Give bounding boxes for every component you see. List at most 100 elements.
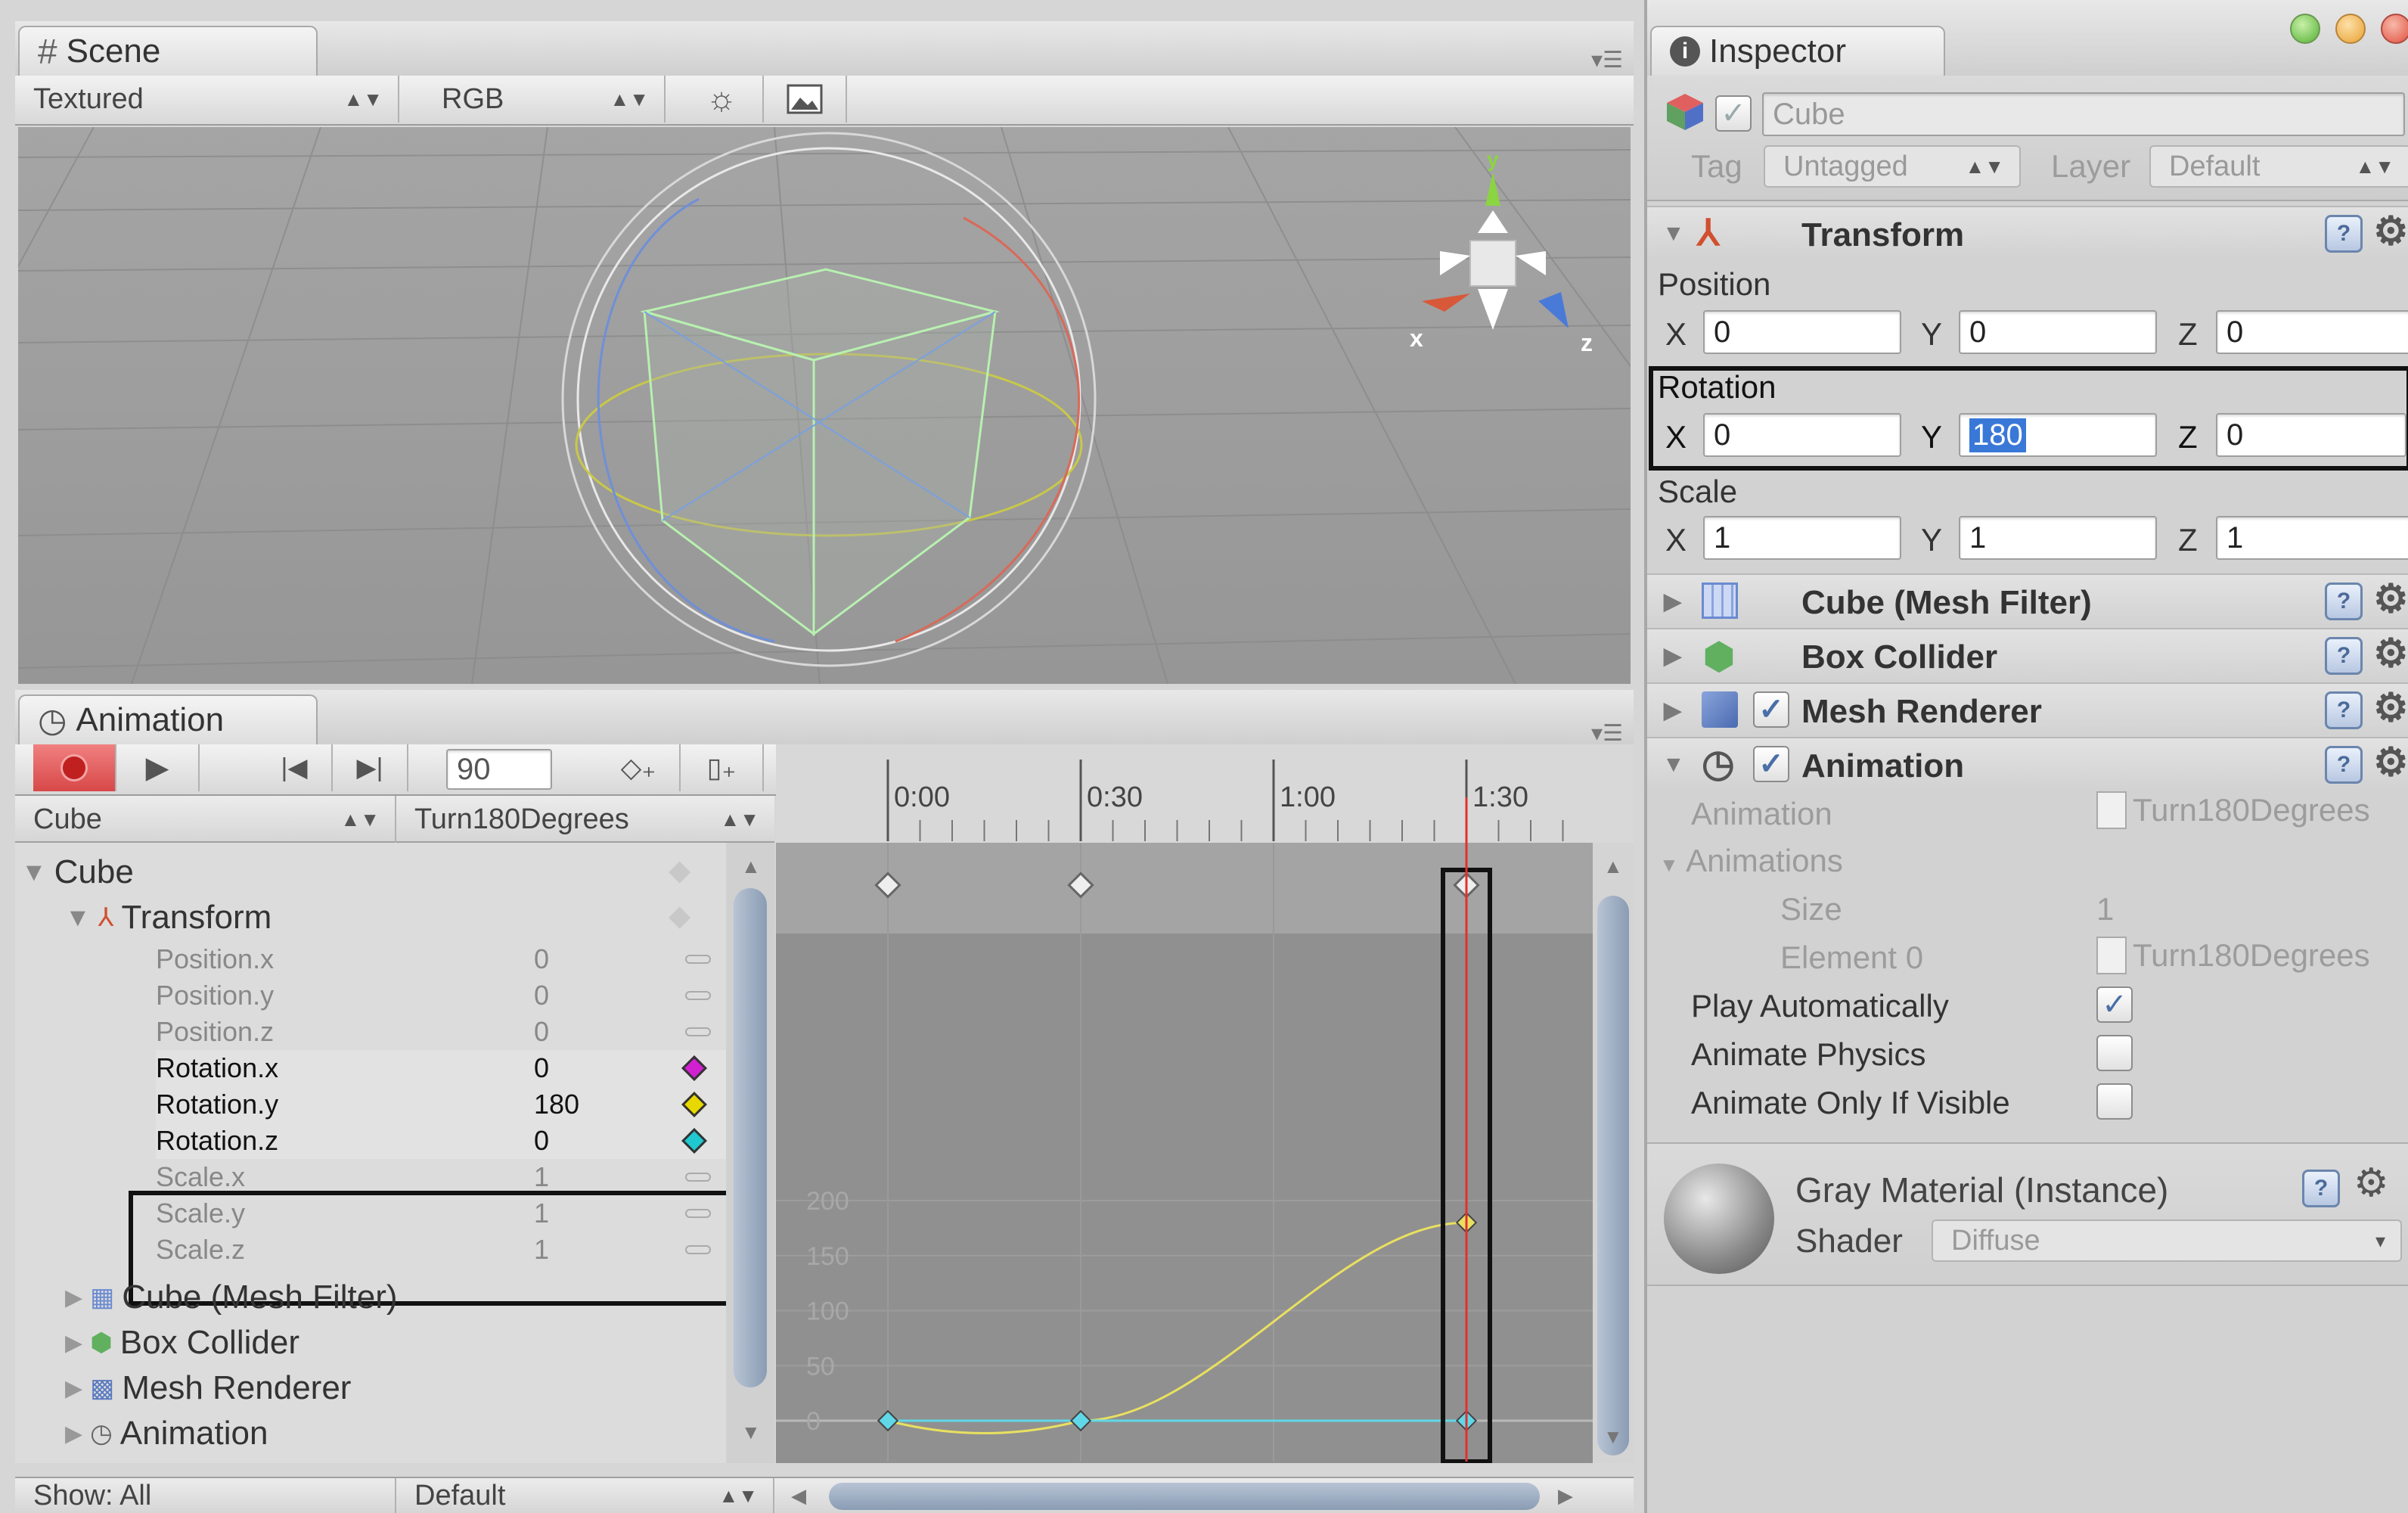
play-button[interactable]: ▶ [116, 744, 200, 791]
animation-tab[interactable]: ◷ Animation [18, 694, 318, 744]
object-active-checkbox[interactable]: ✓ [1715, 95, 1752, 132]
size-value[interactable]: 1 [2096, 891, 2114, 927]
scale-y-field[interactable]: 1 [1959, 516, 2157, 560]
next-keyframe-button[interactable]: ▶| [333, 744, 408, 791]
animation-component-header[interactable]: ▼ ◷ ✓ Animation ? ⚙ [1647, 737, 2408, 790]
curve-editor[interactable]: 200 150 100 50 0 0:00 0:30 1:00 1:30 [776, 744, 1634, 1463]
element0-field[interactable]: Turn180Degrees [2096, 937, 2370, 974]
add-event-button[interactable]: ▯₊ [681, 744, 764, 791]
animate-physics-checkbox[interactable] [2096, 1035, 2133, 1071]
property-row[interactable]: Position.x 0 [156, 941, 726, 977]
box-collider-header[interactable]: ▶ ⬢ Box Collider ? ⚙ [1647, 628, 2408, 681]
default-dropdown[interactable]: Default ▲▼ [396, 1478, 774, 1513]
help-icon[interactable]: ? [2325, 215, 2363, 253]
help-icon[interactable]: ? [2325, 583, 2363, 620]
scroll-down-icon[interactable]: ▼ [1603, 1425, 1623, 1449]
scroll-thumb[interactable] [1597, 896, 1629, 1456]
component-label: Box Collider [119, 1324, 299, 1361]
curve-off-icon[interactable] [685, 1173, 711, 1182]
position-z-field[interactable]: 0 [2216, 310, 2408, 354]
zoom-button-icon[interactable] [2290, 14, 2320, 44]
show-filter-dropdown[interactable]: Show: All [15, 1478, 396, 1513]
scroll-thumb[interactable] [734, 888, 767, 1387]
curve-off-icon[interactable] [685, 1027, 711, 1036]
gear-icon[interactable]: ⚙ [2373, 576, 2408, 622]
layer-dropdown[interactable]: Default ▲▼ [2149, 145, 2408, 188]
scroll-left-icon[interactable]: ◀ [791, 1484, 806, 1508]
panel-menu-icon[interactable]: ▾☰ [1591, 47, 1623, 73]
property-row[interactable]: Position.y 0 [156, 977, 726, 1014]
position-y-field[interactable]: 0 [1959, 310, 2157, 354]
scene-tab[interactable]: # Scene [18, 26, 318, 76]
property-row[interactable]: Rotation.y 180 [156, 1086, 726, 1123]
component-row[interactable]: ▶◍Gray Material (Instance) (Material) [65, 1460, 627, 1463]
add-keyframe-button[interactable]: ◇₊ [597, 744, 681, 791]
curve-scrollbar-h-thumb[interactable] [829, 1483, 1540, 1510]
keyframe-diamond-icon[interactable] [681, 1055, 707, 1081]
animation-field[interactable]: Turn180Degrees [2096, 791, 2370, 829]
animation-enabled-checkbox[interactable]: ✓ [1753, 746, 1789, 782]
color-mode-dropdown[interactable]: RGB ▲▼ [424, 76, 666, 123]
animation-component-title: Animation [1801, 747, 1965, 784]
mesh-renderer-header[interactable]: ▶ ✓ Mesh Renderer ? ⚙ [1647, 682, 2408, 735]
hierarchy-scrollbar[interactable]: ▲ ▼ [726, 843, 774, 1463]
gear-icon[interactable]: ⚙ [2373, 685, 2408, 731]
curve-off-icon[interactable] [685, 955, 711, 964]
property-row[interactable]: Rotation.x 0 [156, 1050, 726, 1086]
object-name-field[interactable]: Cube [1762, 92, 2405, 136]
keyframe-diamond-icon[interactable] [681, 1128, 707, 1154]
transform-header[interactable]: ▼ ⅄ Transform ? ⚙ [1647, 206, 2408, 259]
rotation-y-field[interactable]: 180 [1959, 413, 2157, 457]
image-toggle[interactable] [764, 76, 847, 123]
minimize-button-icon[interactable] [2335, 14, 2366, 44]
inspector-tab[interactable]: i Inspector [1650, 26, 1945, 76]
hierarchy-transform[interactable]: ▼ ⅄ Transform [65, 899, 272, 937]
lighting-toggle[interactable]: ☼ [681, 76, 764, 123]
component-row[interactable]: ▶ ⬢ Box Collider [65, 1324, 299, 1362]
scroll-up-icon[interactable]: ▲ [1603, 855, 1623, 878]
curve-off-icon[interactable] [685, 991, 711, 1000]
render-mode-dropdown[interactable]: Textured ▲▼ [15, 76, 399, 123]
property-row[interactable]: Scale.x 1 [156, 1159, 726, 1195]
object-select[interactable]: Cube ▲▼ [15, 796, 396, 843]
rotation-x-field[interactable]: 0 [1703, 413, 1901, 457]
scroll-up-icon[interactable]: ▲ [741, 855, 761, 878]
gear-icon[interactable]: ⚙ [2373, 631, 2408, 676]
mesh-renderer-enabled-checkbox[interactable]: ✓ [1753, 691, 1789, 728]
help-icon[interactable]: ? [2325, 691, 2363, 729]
scale-x-field[interactable]: 1 [1703, 516, 1901, 560]
help-icon[interactable]: ? [2325, 637, 2363, 675]
property-row[interactable]: Rotation.z 0 [156, 1123, 726, 1159]
component-row[interactable]: ▶ ▦ Cube (Mesh Filter) [65, 1278, 398, 1316]
mesh-filter-header[interactable]: ▶ Cube (Mesh Filter) ? ⚙ [1647, 573, 2408, 626]
rotation-z-field[interactable]: 0 [2216, 413, 2406, 457]
frame-field[interactable]: 90 [446, 749, 552, 790]
gear-icon[interactable]: ⚙ [2373, 740, 2408, 785]
record-button[interactable] [33, 744, 116, 791]
shader-dropdown[interactable]: Diffuse ▾ [1932, 1219, 2402, 1262]
position-x-field[interactable]: 0 [1703, 310, 1901, 354]
hierarchy-root[interactable]: ▼ Cube [21, 853, 134, 891]
component-row[interactable]: ▶ ◷ Animation [65, 1415, 268, 1452]
foldout-closed-icon: ▶ [65, 1285, 83, 1310]
animate-visible-checkbox[interactable] [2096, 1083, 2133, 1120]
help-icon[interactable]: ? [2325, 746, 2363, 784]
animation-bottom-bar: Show: All Default ▲▼ ◀ ▶ [15, 1477, 1634, 1513]
property-row[interactable]: Position.z 0 [156, 1014, 726, 1050]
component-row[interactable]: ▶ ▩ Mesh Renderer [65, 1369, 351, 1407]
scale-z-field[interactable]: 1 [2216, 516, 2408, 560]
gear-icon[interactable]: ⚙ [2373, 209, 2408, 254]
panel-menu-icon[interactable]: ▾☰ [1591, 720, 1623, 747]
scroll-down-icon[interactable]: ▼ [741, 1421, 761, 1444]
gear-dropdown-icon[interactable]: ⚙ [2354, 1160, 2389, 1206]
help-icon[interactable]: ? [2302, 1170, 2340, 1207]
close-button-icon[interactable] [2381, 14, 2408, 44]
keyframe-diamond-icon[interactable] [681, 1092, 707, 1117]
scene-viewport[interactable]: y x z [18, 127, 1631, 684]
clip-select[interactable]: Turn180Degrees ▲▼ [396, 796, 774, 843]
play-auto-checkbox[interactable]: ✓ [2096, 986, 2133, 1023]
scroll-right-icon[interactable]: ▶ [1558, 1484, 1573, 1508]
curve-scrollbar-v[interactable]: ▲ ▼ [1593, 843, 1634, 1463]
tag-dropdown[interactable]: Untagged ▲▼ [1764, 145, 2021, 188]
prev-keyframe-button[interactable]: |◀ [257, 744, 333, 791]
